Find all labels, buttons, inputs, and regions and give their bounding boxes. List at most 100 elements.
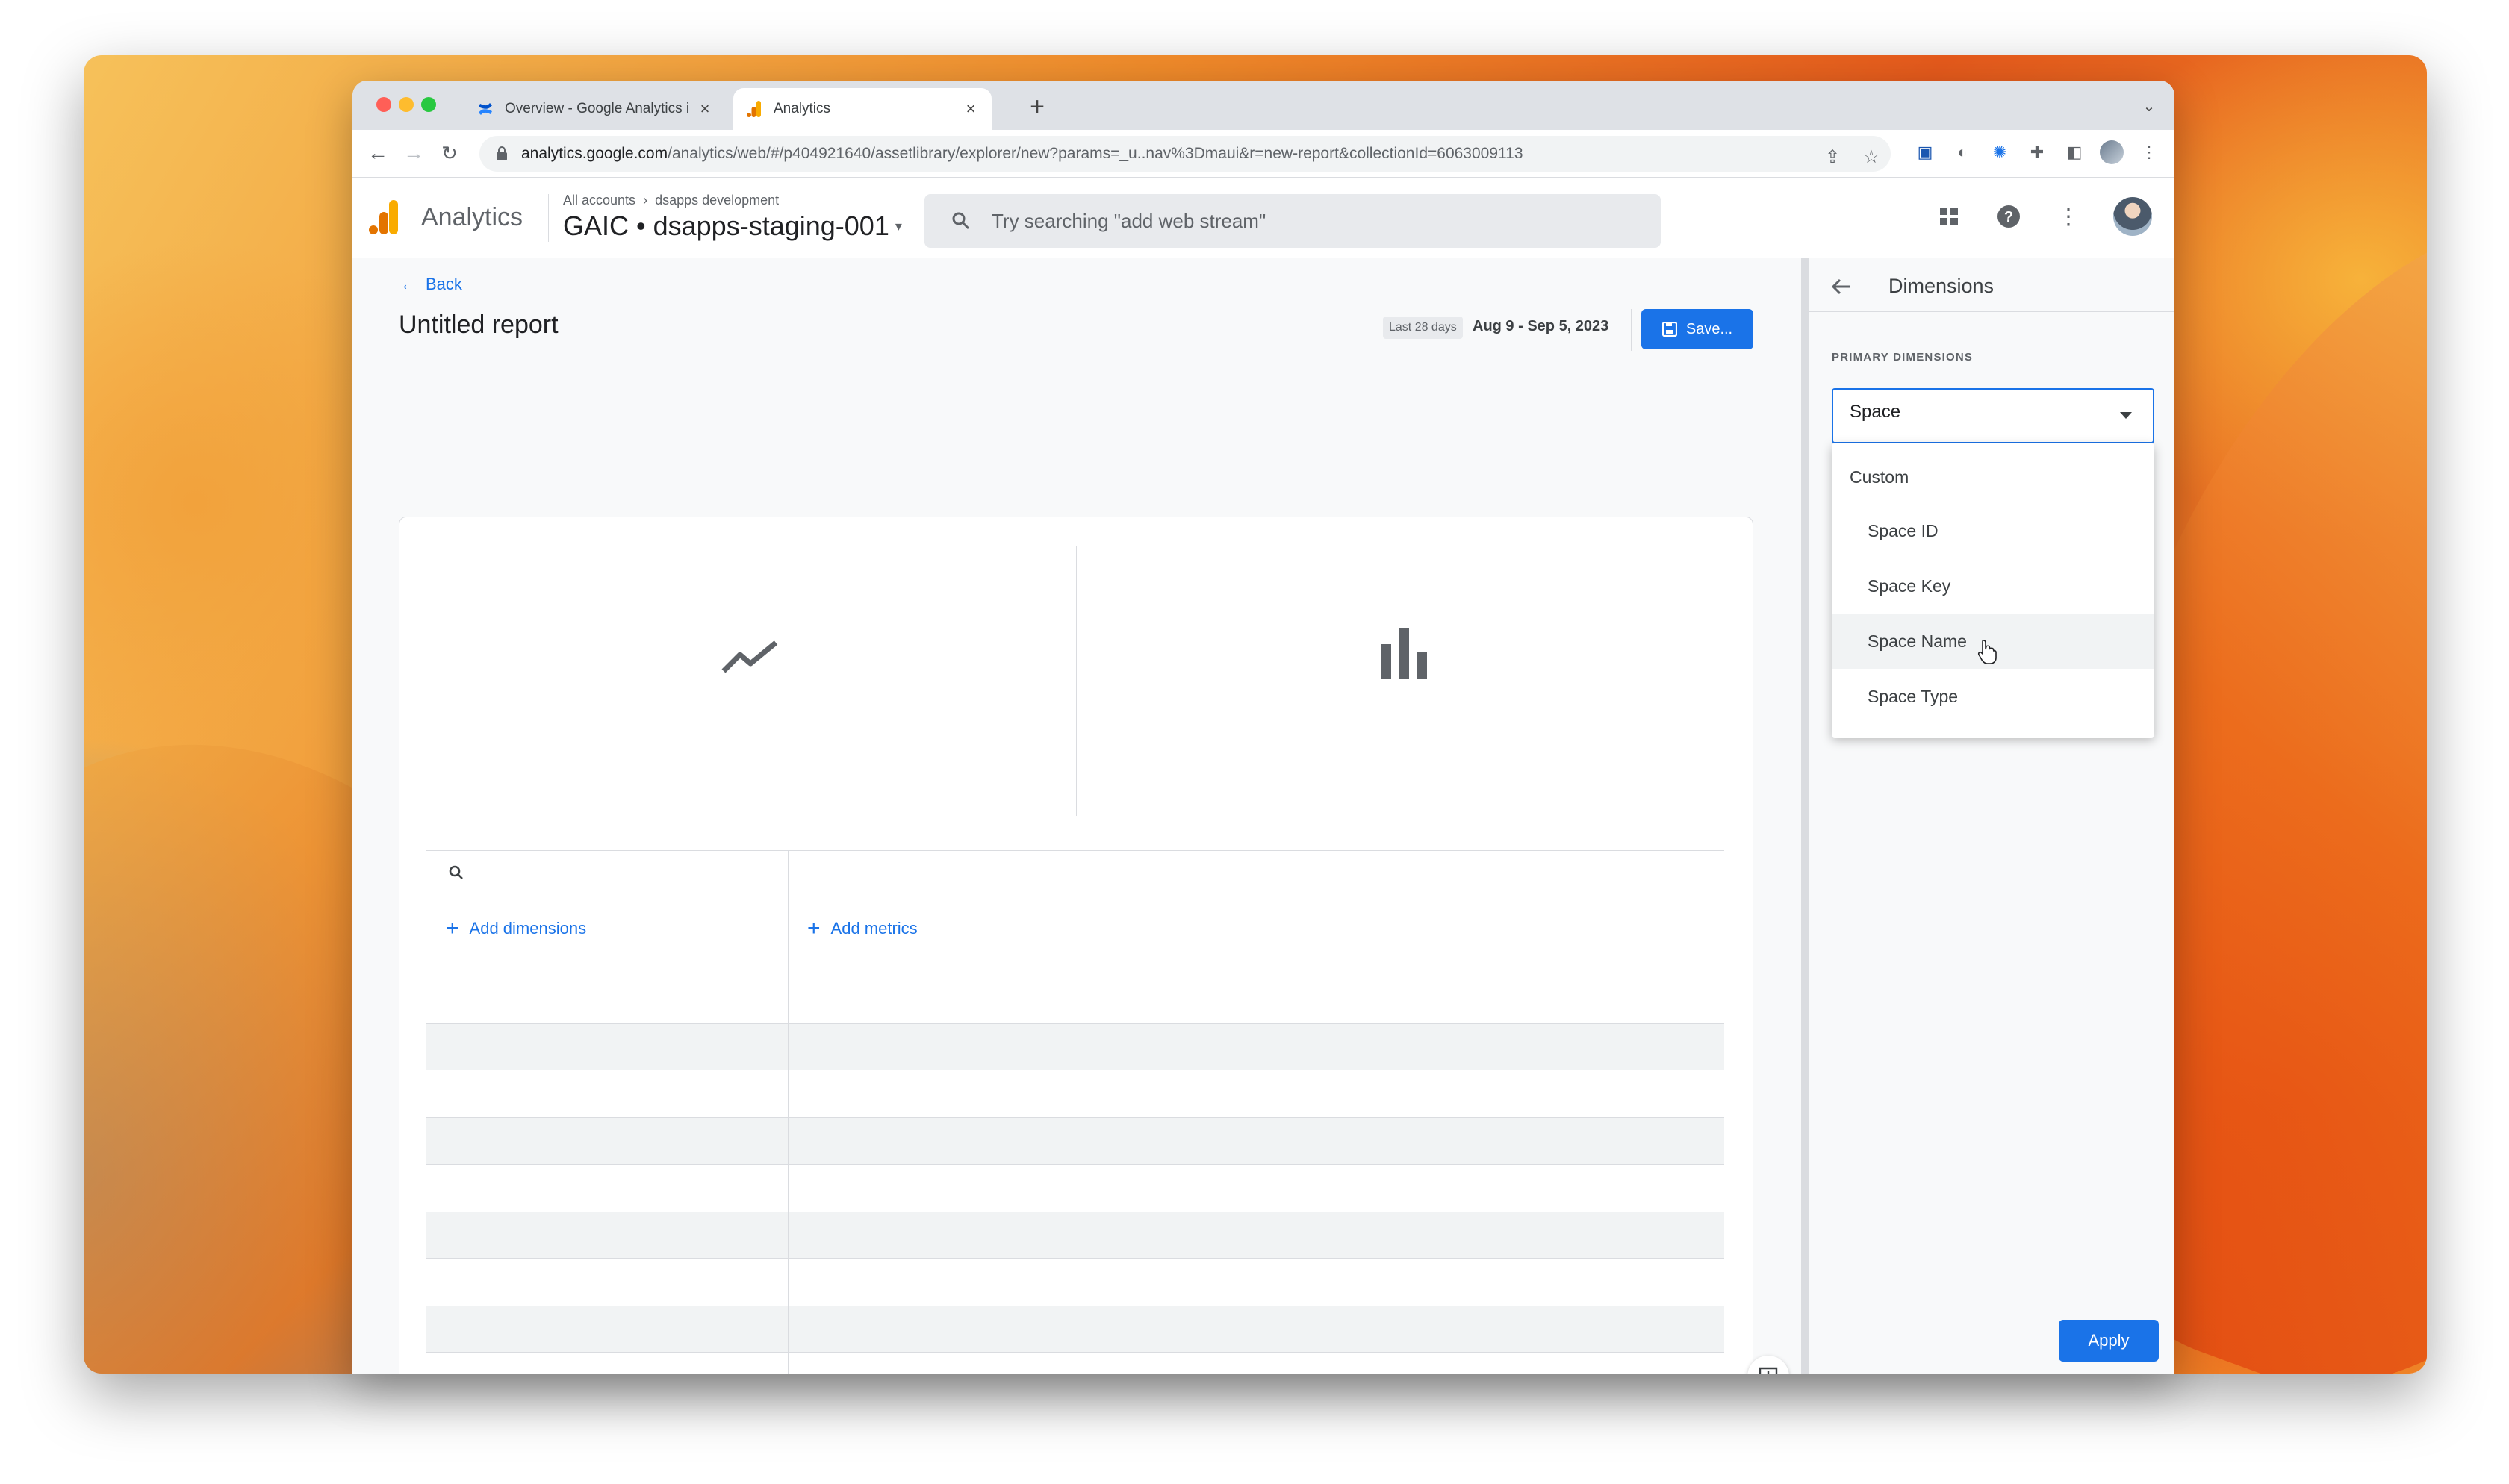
svg-text:?: ? [2004, 209, 2013, 225]
arrow-back-icon[interactable] [1829, 275, 1853, 299]
table-row [426, 1306, 1724, 1352]
table-row [426, 1352, 1724, 1353]
back-label: Back [426, 275, 462, 293]
analytics-logo [369, 200, 398, 234]
primary-dimensions-label: PRIMARY DIMENSIONS [1832, 351, 1974, 364]
primary-dimension-select[interactable]: Space [1832, 388, 2154, 443]
back-arrow-icon[interactable]: ← [364, 140, 391, 167]
maximize-window-button[interactable] [421, 97, 436, 112]
arrow-back-icon: ← [400, 275, 417, 293]
close-tab-icon[interactable]: × [696, 100, 714, 118]
table-border [426, 850, 1724, 851]
tab-strip: Overview - Google Analytics i × Analytic… [352, 81, 2174, 130]
reload-icon[interactable]: ↻ [436, 140, 463, 167]
account-avatar[interactable] [2113, 197, 2152, 236]
dropdown-option-space-type[interactable]: Space Type [1832, 669, 2154, 724]
search-placeholder: Try searching "add web stream" [992, 209, 1266, 232]
close-window-button[interactable] [376, 97, 391, 112]
search-bar[interactable]: Try searching "add web stream" [924, 194, 1661, 248]
dropdown-option-space-key[interactable]: Space Key [1832, 558, 2154, 614]
date-preset-chip[interactable]: Last 28 days [1383, 317, 1463, 339]
viz-divider [1076, 546, 1077, 816]
add-metrics-button[interactable]: + Add metrics [807, 917, 918, 940]
account-breadcrumb[interactable]: All accounts › dsapps development [563, 193, 779, 208]
new-tab-button[interactable]: + [1025, 94, 1050, 121]
hand-pointer-icon [1977, 640, 1997, 664]
tab-analytics[interactable]: Analytics × [733, 88, 992, 130]
save-label: Save... [1685, 320, 1733, 337]
help-icon[interactable]: ? [1994, 202, 2024, 231]
table-row [426, 1117, 1724, 1164]
date-divider [1631, 309, 1632, 351]
report-canvas: ← Back Untitled report Last 28 days Aug … [352, 258, 1806, 1374]
feedback-button[interactable] [1747, 1356, 1789, 1374]
address-bar[interactable]: analytics.google.com /analytics/web/#/p4… [479, 136, 1891, 172]
side-panel-icon[interactable]: ◧ [2062, 140, 2086, 164]
confluence-icon [476, 100, 494, 118]
apply-button[interactable]: Apply [2059, 1320, 2159, 1362]
add-dimensions-label: Add dimensions [469, 919, 587, 938]
report-title[interactable]: Untitled report [399, 311, 559, 340]
browser-toolbar: ← → ↻ analytics.google.com /analytics/we… [352, 130, 2174, 178]
report-table: + Add dimensions + Add metrics [426, 850, 1724, 1374]
extensions-puzzle-icon[interactable]: ✚ [2025, 140, 2049, 164]
bar-chart-icon[interactable] [1381, 628, 1428, 679]
browser-window: Overview - Google Analytics i × Analytic… [352, 81, 2174, 1374]
lock-icon [496, 146, 509, 162]
tab-search-chevron-icon[interactable]: ⌄ [2139, 97, 2160, 118]
property-selector[interactable]: GAIC • dsapps-staging-001 ▾ [563, 211, 902, 242]
property-name: GAIC • dsapps-staging-001 [563, 211, 889, 241]
save-icon [1661, 322, 1677, 337]
url-path: /analytics/web/#/p404921640/assetlibrary… [668, 145, 1523, 162]
bookmark-star-icon[interactable]: ☆ [1859, 145, 1883, 169]
breadcrumb-root: All accounts [563, 193, 636, 208]
tab-title: Overview - Google Analytics i [505, 101, 690, 116]
add-dimensions-button[interactable]: + Add dimensions [446, 916, 587, 941]
more-vert-icon[interactable]: ⋮ [2053, 202, 2083, 231]
dimensions-panel: Dimensions PRIMARY DIMENSIONS Space Cust… [1809, 258, 2174, 1374]
apps-grid-icon[interactable] [1934, 202, 1964, 231]
caret-down-icon [2120, 412, 2132, 419]
back-link[interactable]: ← Back [400, 275, 462, 294]
product-name: Analytics [421, 203, 523, 231]
minimize-window-button[interactable] [399, 97, 414, 112]
line-chart-icon[interactable] [721, 637, 780, 679]
add-metrics-label: Add metrics [830, 919, 918, 938]
extension-privacy-icon[interactable]: ◐ [1950, 140, 1974, 164]
extension-reader-icon[interactable]: ▣ [1913, 140, 1937, 164]
tab-overview[interactable]: Overview - Google Analytics i × [464, 88, 726, 130]
table-row [426, 1023, 1724, 1070]
dropdown-option-space-id[interactable]: Space ID [1832, 503, 2154, 558]
table-row [426, 1023, 1724, 1024]
close-tab-icon[interactable]: × [962, 100, 980, 118]
select-value: Space [1850, 402, 1901, 422]
plus-icon: + [446, 916, 459, 941]
chevron-right-icon: › [643, 193, 648, 208]
table-row [426, 1164, 1724, 1165]
header-divider [548, 194, 549, 242]
share-icon[interactable]: ⇪ [1821, 145, 1844, 169]
extension-gear-icon[interactable]: ✺ [1988, 140, 2012, 164]
extensions-bar: ▣ ◐ ✺ ✚ ◧ ⋮ [1913, 140, 2161, 164]
table-row [426, 1212, 1724, 1258]
panel-title: Dimensions [1888, 275, 1995, 297]
panel-resize-handle[interactable] [1801, 258, 1809, 1374]
panel-header: Dimensions [1809, 258, 2174, 312]
breadcrumb-account: dsapps development [655, 193, 780, 208]
feedback-icon [1759, 1367, 1778, 1374]
date-range[interactable]: Aug 9 - Sep 5, 2023 [1473, 318, 1608, 335]
table-row [426, 1117, 1724, 1118]
profile-avatar[interactable] [2100, 140, 2124, 164]
save-button[interactable]: Save... [1641, 309, 1753, 349]
url-host: analytics.google.com [521, 145, 668, 162]
search-icon[interactable] [446, 862, 468, 885]
dropdown-group-label: Custom [1850, 467, 1909, 487]
forward-arrow-icon[interactable]: → [400, 140, 427, 167]
column-divider [788, 850, 789, 1374]
analytics-icon [745, 100, 763, 118]
tab-title: Analytics [774, 101, 831, 116]
table-row [426, 1258, 1724, 1259]
search-icon [952, 212, 970, 230]
browser-menu-icon[interactable]: ⋮ [2137, 140, 2161, 164]
dimension-dropdown-menu: Custom Space ID Space Key Space Name Spa… [1832, 443, 2154, 738]
